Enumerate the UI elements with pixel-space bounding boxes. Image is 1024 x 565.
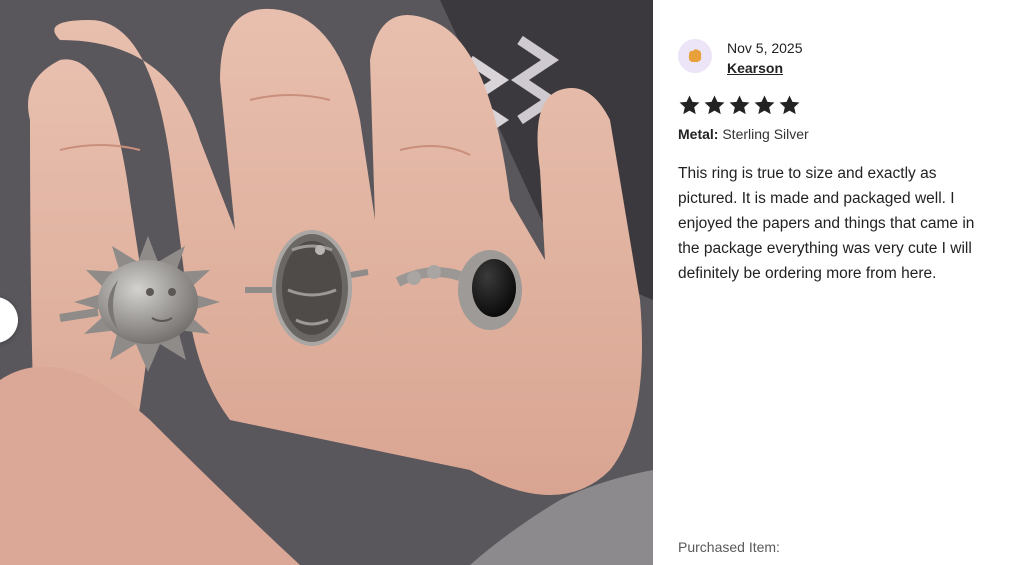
star-icon — [704, 95, 725, 115]
variation-label: Metal: — [678, 126, 719, 142]
review-date: Nov 5, 2025 — [727, 40, 803, 56]
review-text: This ring is true to size and exactly as… — [678, 165, 975, 282]
star-icon — [779, 95, 800, 115]
review-photo — [0, 0, 653, 565]
hand-with-rings-illustration — [0, 0, 653, 565]
chevron-left-icon — [0, 312, 3, 328]
reviewer-name-link[interactable]: Kearson — [727, 59, 783, 77]
avatar[interactable] — [678, 39, 712, 73]
star-icon — [679, 95, 700, 115]
review-panel: Nov 5, 2025 Kearson Metal: Sterling Silv… — [653, 0, 1024, 565]
reviewer-header: Nov 5, 2025 Kearson — [678, 39, 803, 78]
star-icon — [754, 95, 775, 115]
item-variation: Metal: Sterling Silver — [678, 126, 809, 142]
star-icon — [729, 95, 750, 115]
user-avatar-icon — [688, 49, 702, 62]
variation-value: Sterling Silver — [722, 126, 809, 142]
star-rating — [678, 94, 801, 117]
purchased-item-label: Purchased Item: — [678, 539, 780, 555]
